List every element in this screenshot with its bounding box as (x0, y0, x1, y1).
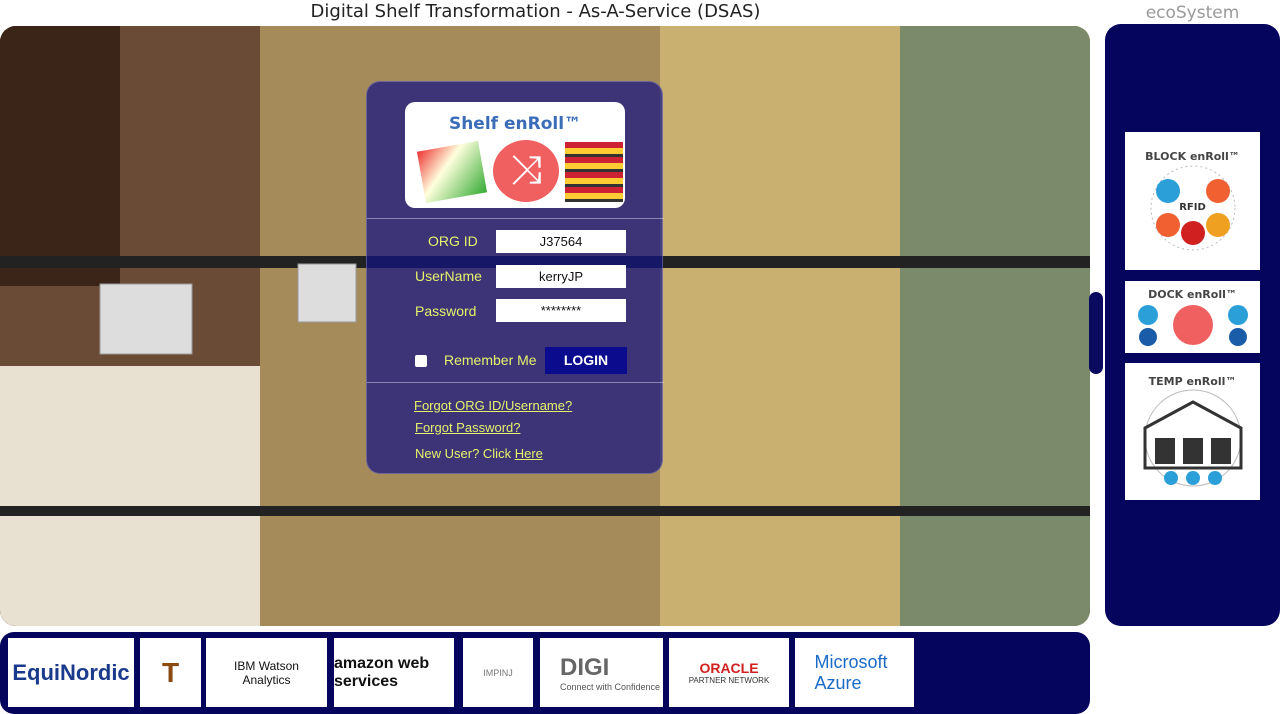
partner-name: IBM Watson Analytics (234, 658, 299, 687)
org-id-input[interactable]: J37564 (496, 230, 626, 253)
forgot-password-link[interactable]: Forgot Password? (415, 420, 521, 435)
new-user-text: New User? Click Here (415, 446, 543, 461)
partner-sub: PARTNER NETWORK (688, 676, 770, 685)
temp-enroll-card[interactable]: TEMP enRoll™ (1125, 363, 1260, 500)
ecosystem-title: ecoSystem (1145, 3, 1240, 23)
partner-name: ORACLE (699, 660, 759, 676)
shuffle-icon: ⤨ (493, 140, 559, 202)
partner-aws-logo[interactable]: amazon web services (334, 638, 454, 707)
partner-oracle-logo[interactable]: ORACLE PARTNER NETWORK (669, 638, 789, 707)
partner-name: Microsoft Azure (814, 651, 888, 693)
username-input[interactable]: kerryJP (496, 265, 626, 288)
username-label: UserName (415, 268, 482, 284)
shelf-graphic (565, 142, 623, 202)
partner-sub: Connect with Confidence (560, 681, 661, 692)
partner-name: DIGI (560, 653, 610, 681)
partner-equinordic-logo[interactable]: EquiNordic (8, 638, 134, 707)
new-user-label: New User? Click (415, 446, 512, 461)
dock-enroll-icons (1137, 304, 1248, 346)
vertical-scrollbar[interactable] (1089, 292, 1103, 374)
divider (367, 218, 664, 219)
divider (367, 382, 664, 383)
partner-ibm-logo[interactable]: IBM Watson Analytics (206, 638, 327, 707)
price-tags-graphic (416, 141, 488, 203)
partner-impinj-logo[interactable]: IMPINJ (463, 638, 533, 707)
forgot-org-link[interactable]: Forgot ORG ID/Username? (414, 398, 572, 413)
remember-me-label: Remember Me (444, 352, 537, 368)
password-input[interactable]: ******** (496, 299, 626, 322)
login-panel: Shelf enRoll™ ⤨ ORG ID J37564 UserName k… (366, 81, 664, 474)
warehouse-icon (1143, 389, 1242, 487)
org-id-label: ORG ID (428, 233, 478, 249)
block-enroll-label: BLOCK enRoll™ (1145, 149, 1240, 163)
password-label: Password (415, 303, 477, 319)
partner-azure-logo[interactable]: Microsoft Azure (795, 638, 914, 707)
page-title: Digital Shelf Transformation - As-A-Serv… (310, 1, 761, 22)
remember-me-checkbox[interactable] (415, 355, 427, 367)
rfid-label: RFID (1179, 202, 1206, 213)
login-button[interactable]: LOGIN (545, 347, 627, 374)
logo-title: Shelf enRoll™ (448, 114, 582, 134)
partner-tower-logo[interactable]: T (140, 638, 201, 707)
partner-name: T (161, 656, 180, 688)
partner-name: amazon web services (334, 654, 430, 690)
dock-enroll-card[interactable]: DOCK enRoll™ (1125, 281, 1260, 353)
block-enroll-card[interactable]: BLOCK enRoll™ RFID (1125, 132, 1260, 270)
partner-name: EquiNordic (12, 659, 130, 685)
temp-enroll-label: TEMP enRoll™ (1148, 375, 1237, 388)
partner-digi-logo[interactable]: DIGI Connect with Confidence (540, 638, 663, 707)
dock-enroll-label: DOCK enRoll™ (1148, 287, 1237, 301)
here-link[interactable]: Here (515, 446, 543, 461)
partner-name: IMPINJ (483, 667, 513, 678)
shelf-enroll-logo: Shelf enRoll™ ⤨ (405, 102, 625, 208)
